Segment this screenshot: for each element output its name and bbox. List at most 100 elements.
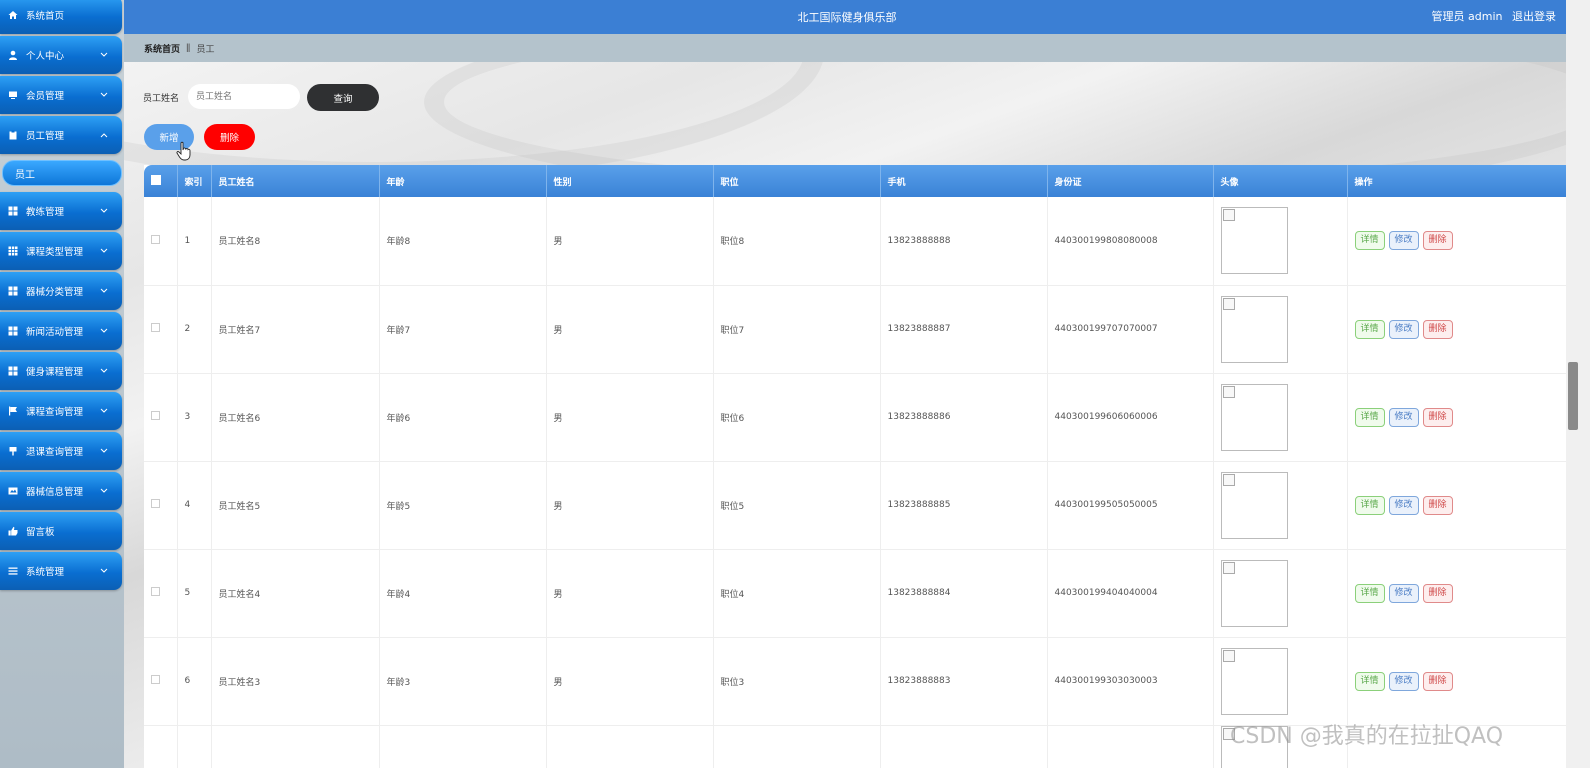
row-delete-button[interactable]: 删除 xyxy=(1422,231,1453,251)
edit-button[interactable]: 修改 xyxy=(1388,495,1419,515)
row-delete-button[interactable]: 删除 xyxy=(1422,583,1453,603)
monitor-icon xyxy=(8,90,18,100)
detail-button[interactable]: 详情 xyxy=(1354,319,1385,339)
broken-image-icon xyxy=(1222,297,1235,310)
detail-button[interactable]: 详情 xyxy=(1354,583,1385,603)
broken-image-icon xyxy=(1222,649,1235,662)
actions-cell: 详情 修改 删除 xyxy=(1347,197,1566,285)
sidebar-item-message-board[interactable]: 留言板 xyxy=(0,512,122,550)
row-select-cell[interactable] xyxy=(144,197,178,285)
sidebar-item-label: 新闻活动管理 xyxy=(26,327,84,338)
select-all-checkbox[interactable] xyxy=(151,174,161,185)
phone-cell: 13823888883 xyxy=(880,637,1048,725)
hand-cursor-icon xyxy=(176,141,191,161)
select-all-cell[interactable] xyxy=(144,165,178,197)
position-cell: 职位5 xyxy=(713,461,881,549)
age-cell: 年龄7 xyxy=(379,285,547,373)
gender-cell: 男 xyxy=(546,285,714,373)
sidebar-item-course-query[interactable]: 课程查询管理 xyxy=(0,392,122,430)
index-cell: 2 xyxy=(177,285,212,373)
sidebar-item-home[interactable]: 系统首页 xyxy=(0,0,122,34)
breadcrumb-home[interactable]: 系统首页 xyxy=(144,42,180,55)
sidebar-item-equipment-categories[interactable]: 器械分类管理 xyxy=(0,272,122,310)
row-checkbox[interactable] xyxy=(151,499,160,508)
id-card-cell: 440300199505050005 xyxy=(1047,461,1214,549)
row-delete-button[interactable]: 删除 xyxy=(1422,495,1453,515)
row-delete-button[interactable]: 删除 xyxy=(1422,671,1453,691)
avatar-cell xyxy=(1213,373,1348,461)
grid-icon xyxy=(8,206,18,216)
table-header-row: 索引 员工姓名 年龄 性别 职位 手机 身份证 头像 操作 xyxy=(144,165,1566,197)
index-cell: 3 xyxy=(177,373,212,461)
table-row: 2 员工姓名7 年龄7 男职位7 13823888887 4403001997070700… xyxy=(144,285,1566,373)
edit-button[interactable]: 修改 xyxy=(1388,671,1419,691)
name-cell: 员工姓名3 xyxy=(211,637,380,725)
detail-button[interactable]: 详情 xyxy=(1354,407,1385,427)
sidebar-item-fitness-courses[interactable]: 健身课程管理 xyxy=(0,352,122,390)
sidebar-item-course-types[interactable]: 课程类型管理 xyxy=(0,232,122,270)
row-select-cell[interactable] xyxy=(144,373,178,461)
home-icon xyxy=(8,10,18,20)
user-area: 管理员 admin 退出登录 xyxy=(1426,8,1556,24)
sidebar-item-coaches[interactable]: 教练管理 xyxy=(0,192,122,230)
actions-cell: 详情 修改 删除 xyxy=(1347,637,1566,725)
detail-button[interactable]: 详情 xyxy=(1354,495,1385,515)
avatar-image xyxy=(1220,647,1288,715)
edit-button[interactable]: 修改 xyxy=(1388,407,1419,427)
row-select-cell[interactable] xyxy=(144,725,178,768)
thumb-icon xyxy=(8,526,18,536)
avatar-image xyxy=(1220,383,1288,451)
sidebar-item-label: 个人中心 xyxy=(26,51,65,62)
column-header: 性别 xyxy=(546,165,714,197)
actions-cell: 详情 修改 删除 xyxy=(1347,461,1566,549)
card-icon xyxy=(8,486,18,496)
row-checkbox[interactable] xyxy=(151,411,160,420)
sidebar-item-label: 课程类型管理 xyxy=(26,247,84,258)
table-row: 1 员工姓名8 年龄8 男职位8 13823888888 4403001998080800… xyxy=(144,197,1566,285)
edit-button[interactable]: 修改 xyxy=(1388,583,1419,603)
page-scrollbar[interactable] xyxy=(1566,0,1590,768)
row-checkbox[interactable] xyxy=(151,587,160,596)
avatar-cell xyxy=(1213,637,1348,725)
row-delete-button[interactable]: 删除 xyxy=(1422,319,1453,339)
row-select-cell[interactable] xyxy=(144,549,178,637)
age-cell: 年龄4 xyxy=(379,549,547,637)
scrollbar-thumb[interactable] xyxy=(1568,362,1578,430)
name-cell: 员工姓名7 xyxy=(211,285,380,373)
row-select-cell[interactable] xyxy=(144,637,178,725)
row-select-cell[interactable] xyxy=(144,461,178,549)
gender-cell: 男 xyxy=(546,461,714,549)
edit-button[interactable]: 修改 xyxy=(1388,231,1419,251)
search-input[interactable] xyxy=(188,84,300,109)
delete-button[interactable]: 删除 xyxy=(204,124,255,150)
sidebar-item-equipment-info[interactable]: 器械信息管理 xyxy=(0,472,122,510)
detail-button[interactable]: 详情 xyxy=(1354,231,1385,251)
row-select-cell[interactable] xyxy=(144,285,178,373)
flag-icon xyxy=(8,406,18,416)
sidebar-item-news[interactable]: 新闻活动管理 xyxy=(0,312,122,350)
row-checkbox[interactable] xyxy=(151,234,160,244)
grid-icon xyxy=(8,246,18,256)
actions-cell: 详情 修改 删除 xyxy=(1347,549,1566,637)
detail-button[interactable]: 详情 xyxy=(1354,671,1385,691)
sidebar-item-personal[interactable]: 个人中心 xyxy=(0,36,122,74)
edit-button[interactable]: 修改 xyxy=(1388,319,1419,339)
staff-table: 索引 员工姓名 年龄 性别 职位 手机 身份证 头像 操作 1 员工姓名8 年龄8 男… xyxy=(144,165,1566,768)
sidebar-item-label: 健身课程管理 xyxy=(26,367,84,378)
sidebar-item-system[interactable]: 系统管理 xyxy=(0,552,122,590)
search-button[interactable]: 查询 xyxy=(307,84,379,111)
chevron-up-icon xyxy=(100,131,110,140)
breadcrumb-current: 员工 xyxy=(196,44,215,55)
sidebar-item-staff[interactable]: 员工管理 xyxy=(0,116,122,154)
sidebar: 系统首页 个人中心 会员管理 员工管理 员工 教练管理 课程类型管理 器械分类管… xyxy=(0,0,124,768)
row-checkbox[interactable] xyxy=(151,323,160,332)
row-delete-button[interactable]: 删除 xyxy=(1422,407,1453,427)
row-checkbox[interactable] xyxy=(151,675,160,684)
id-card-cell: 440300199808080008 xyxy=(1047,197,1214,285)
breadcrumb: 系统首页 ǁ 员工 xyxy=(124,34,1566,62)
sidebar-item-members[interactable]: 会员管理 xyxy=(0,76,122,114)
phone-cell: 13823888885 xyxy=(880,461,1048,549)
sidebar-item-withdraw-query[interactable]: 退课查询管理 xyxy=(0,432,122,470)
sidebar-subitem-staff[interactable]: 员工 xyxy=(2,160,122,186)
logout-link[interactable]: 退出登录 xyxy=(1512,10,1556,23)
